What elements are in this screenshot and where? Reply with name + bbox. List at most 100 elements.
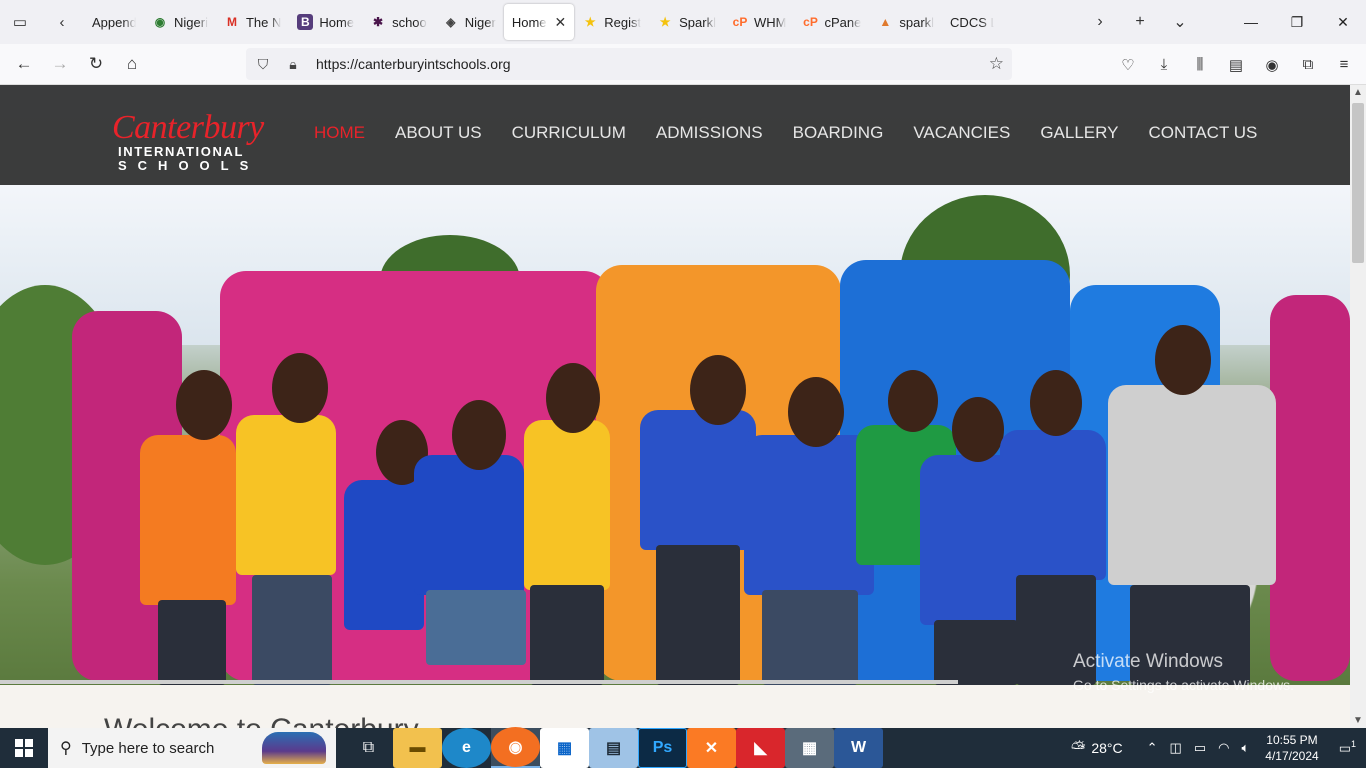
- menu-hamburger-icon[interactable]: ≡: [1326, 56, 1362, 73]
- tab-title: CDCS Log: [950, 14, 994, 30]
- student-head: [690, 355, 746, 425]
- star-icon: ★: [659, 15, 671, 29]
- menu-admissions[interactable]: ADMISSIONS: [656, 123, 763, 143]
- bookmark-star-icon[interactable]: ☆: [989, 54, 1004, 74]
- student-head: [546, 363, 600, 433]
- browser-tab[interactable]: ◈ Niger: [435, 4, 504, 40]
- student-legs: [530, 585, 604, 685]
- welcome-heading: Welcome to Canterbury: [104, 713, 419, 728]
- extensions-icon[interactable]: ⧉: [1290, 56, 1326, 73]
- store-icon[interactable]: ▦: [540, 728, 589, 768]
- browser-tab[interactable]: Append B: [84, 4, 144, 40]
- library-icon[interactable]: ⫼: [1182, 56, 1218, 73]
- menu-about-us[interactable]: ABOUT US: [395, 123, 482, 143]
- browser-tab[interactable]: M The N: [216, 4, 289, 40]
- system-tray: ⛅︎ 28°C ⌃ ◫ ▭ ◠ 🔈︎ 10:55 PM 4/17/2024 ▭1: [1065, 728, 1366, 768]
- close-tab-icon[interactable]: ✕: [555, 14, 567, 31]
- sidebar-icon[interactable]: ▤: [1218, 56, 1254, 74]
- browser-tab[interactable]: cP cPane: [794, 4, 869, 40]
- firefox-icon[interactable]: ◉: [491, 727, 540, 768]
- browser-tab[interactable]: cP WHM: [724, 4, 795, 40]
- restore-icon[interactable]: ❐: [1274, 0, 1320, 44]
- student-legs: [934, 620, 1018, 685]
- browser-tab[interactable]: B Home: [289, 4, 362, 40]
- calculator-icon[interactable]: ▦: [785, 728, 834, 768]
- home-icon[interactable]: ⌂: [114, 46, 150, 82]
- edge-icon[interactable]: e: [442, 728, 491, 768]
- watermark-title: Activate Windows: [1073, 651, 1223, 672]
- tab-title: sparkl: [899, 14, 935, 30]
- web-page: Canterbury INTERNATIONAL SCHOOLS HOME AB…: [0, 85, 1350, 728]
- task-view-icon[interactable]: ⧉: [344, 728, 393, 768]
- new-tab-icon[interactable]: +: [1120, 13, 1160, 31]
- browser-tools: ♡ ⤓ ⫼ ▤ ◉ ⧉ ≡: [1110, 44, 1362, 85]
- photoshop-icon[interactable]: Ps: [638, 728, 687, 768]
- menu-home[interactable]: HOME: [314, 123, 365, 143]
- weather-icon[interactable]: ⛅︎: [1071, 738, 1085, 759]
- student-head: [176, 370, 232, 440]
- forward-icon[interactable]: →: [42, 46, 78, 82]
- menu-curriculum[interactable]: CURRICULUM: [512, 123, 626, 143]
- url-text[interactable]: https://canterburyintschools.org: [316, 56, 511, 72]
- address-bar[interactable]: ⛉ 🔒︎ https://canterburyintschools.org ☆: [246, 48, 1012, 80]
- menu-contact-us[interactable]: CONTACT US: [1148, 123, 1257, 143]
- tab-overview-icon[interactable]: ▭: [2, 0, 38, 44]
- back-icon[interactable]: ←: [6, 46, 42, 82]
- chevron-up-icon[interactable]: ⌃: [1147, 740, 1158, 756]
- student-figure: [344, 480, 424, 630]
- network-app-icon[interactable]: ▤: [589, 728, 638, 768]
- close-window-icon[interactable]: ✕: [1320, 0, 1366, 44]
- menu-gallery[interactable]: GALLERY: [1040, 123, 1118, 143]
- lock-icon[interactable]: 🔒︎: [278, 56, 308, 73]
- word-icon[interactable]: W: [834, 728, 883, 768]
- wifi-icon[interactable]: ◠: [1218, 740, 1229, 756]
- scroll-up-icon[interactable]: ▲: [1350, 87, 1366, 98]
- tab-title: WHM: [753, 14, 787, 30]
- tab-list-chevron-down-icon[interactable]: ⌄: [1160, 12, 1200, 32]
- menu-vacancies[interactable]: VACANCIES: [913, 123, 1010, 143]
- browser-tab[interactable]: ★ Sparkl: [649, 4, 724, 40]
- start-button[interactable]: [0, 728, 48, 768]
- meet-now-icon[interactable]: ◫: [1170, 740, 1182, 756]
- pdf-reader-icon[interactable]: ◣: [736, 728, 785, 768]
- browser-tab[interactable]: ✱ schoo: [362, 4, 435, 40]
- watermark-subtitle: Go to Settings to activate Windows.: [1073, 677, 1294, 693]
- site-logo[interactable]: Canterbury INTERNATIONAL SCHOOLS: [112, 111, 264, 173]
- clock[interactable]: 10:55 PM 4/17/2024: [1265, 732, 1318, 764]
- student-skirt: [426, 590, 526, 665]
- clock-date: 4/17/2024: [1265, 749, 1319, 763]
- tracking-shield-icon[interactable]: ⛉: [248, 56, 278, 73]
- mountain-icon: ▲: [879, 15, 892, 29]
- browser-tab[interactable]: ▲ sparkl: [869, 4, 942, 40]
- student-figure: [140, 435, 236, 605]
- minimize-icon[interactable]: —: [1228, 0, 1274, 44]
- account-icon[interactable]: ◉: [1254, 56, 1290, 74]
- volume-icon[interactable]: 🔈︎: [1241, 740, 1249, 756]
- student-figure: [236, 415, 336, 575]
- browser-tab[interactable]: ◉ Nigeri: [144, 4, 216, 40]
- weather-temp[interactable]: 28°C: [1091, 740, 1122, 756]
- scroll-tabs-right-icon[interactable]: ›: [1080, 13, 1120, 31]
- scroll-tabs-left-icon[interactable]: ‹: [44, 0, 80, 44]
- scroll-down-icon[interactable]: ▼: [1350, 715, 1366, 726]
- xampp-icon[interactable]: ✕: [687, 728, 736, 768]
- gmail-icon: M: [226, 15, 237, 29]
- red-letter-sculpture: [1270, 295, 1350, 681]
- windows-taskbar: ⚲ Type here to search ⧉ ▬ e ◉ ▦ ▤ Ps ✕ ◣…: [0, 727, 1366, 768]
- student-figure: [1000, 430, 1106, 580]
- logo-subtitle-1: INTERNATIONAL: [118, 144, 244, 159]
- menu-boarding[interactable]: BOARDING: [793, 123, 884, 143]
- notifications-icon[interactable]: ▭1: [1339, 739, 1356, 756]
- pocket-icon[interactable]: ♡: [1110, 56, 1146, 74]
- tab-active[interactable]: Home ✕: [503, 4, 575, 40]
- browser-tab[interactable]: CDCS Log: [942, 4, 1002, 40]
- page-scrollbar[interactable]: ▲ ▼: [1350, 85, 1366, 728]
- taskbar-search[interactable]: ⚲ Type here to search: [48, 728, 336, 768]
- reload-icon[interactable]: ↻: [78, 46, 114, 82]
- browser-tab[interactable]: ★ Regist: [574, 4, 649, 40]
- file-explorer-icon[interactable]: ▬: [393, 728, 442, 768]
- battery-icon[interactable]: ▭: [1194, 740, 1206, 756]
- scrollbar-thumb[interactable]: [1352, 103, 1364, 263]
- student-legs: [762, 590, 858, 685]
- download-icon[interactable]: ⤓: [1146, 56, 1182, 73]
